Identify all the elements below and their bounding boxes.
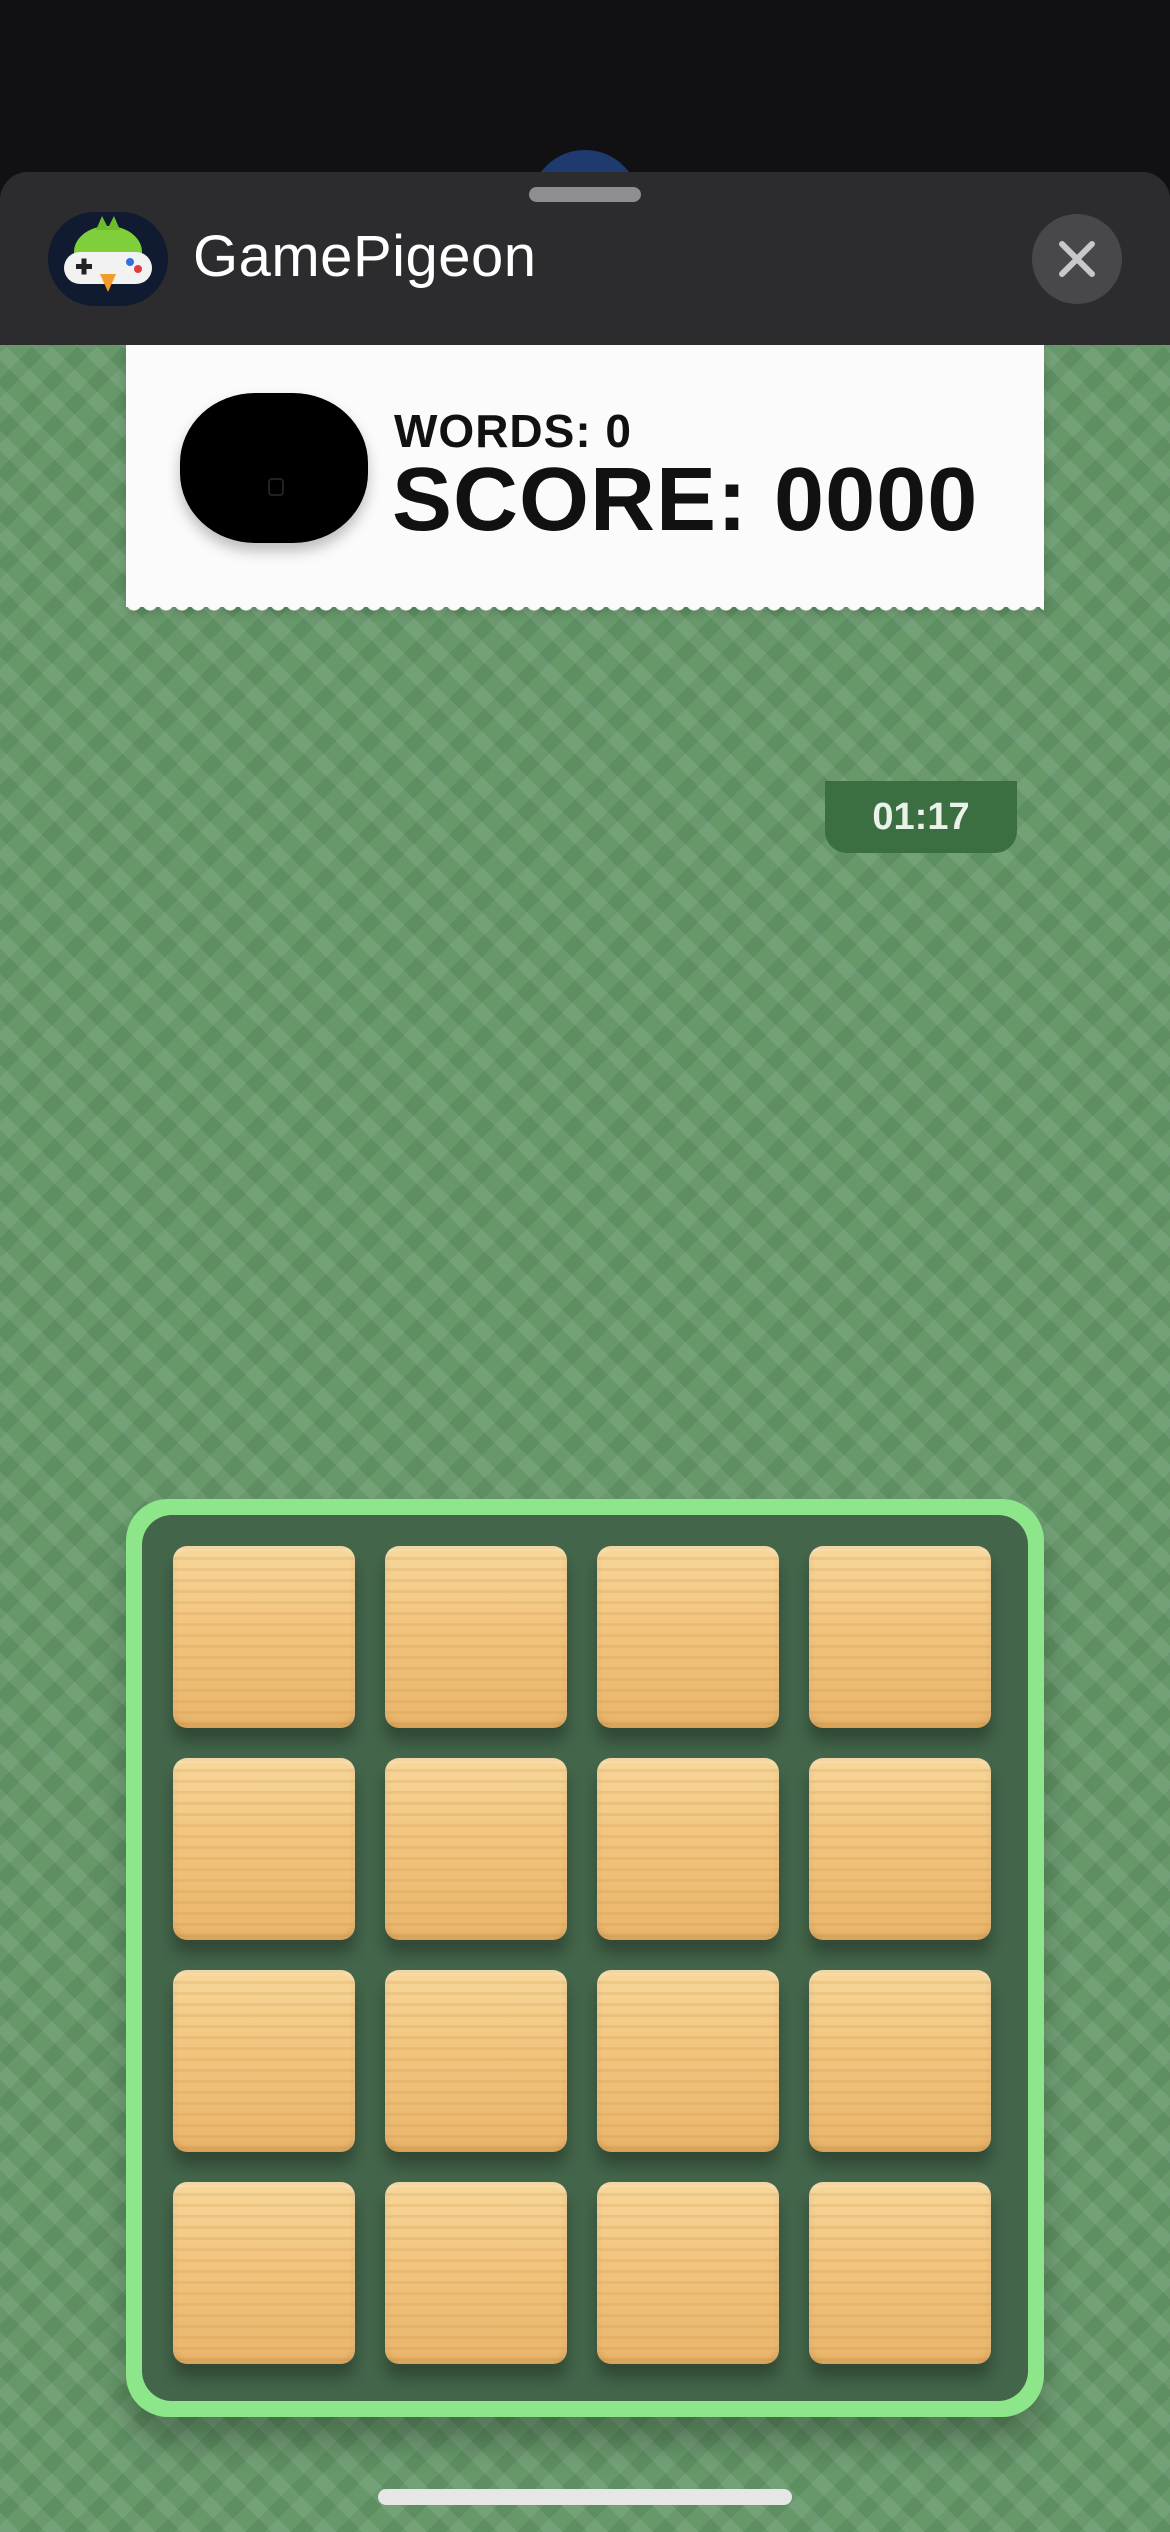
letter-tile[interactable] bbox=[385, 2182, 567, 2364]
letter-tile[interactable] bbox=[597, 1970, 779, 2152]
letter-tile[interactable] bbox=[809, 1758, 991, 1940]
letter-tile[interactable] bbox=[597, 1546, 779, 1728]
game-area: WORDS: 0 SCORE: 0000 01:17 bbox=[0, 345, 1170, 2532]
letter-tile[interactable] bbox=[173, 2182, 355, 2364]
app-title: GamePigeon bbox=[193, 224, 537, 289]
home-indicator[interactable] bbox=[378, 2489, 792, 2505]
letter-tile[interactable] bbox=[597, 2182, 779, 2364]
close-icon bbox=[1059, 241, 1095, 277]
letter-tile[interactable] bbox=[173, 1758, 355, 1940]
gamepigeon-app-icon bbox=[48, 212, 168, 306]
score-card: WORDS: 0 SCORE: 0000 bbox=[126, 345, 1044, 617]
sheet-header: GamePigeon bbox=[0, 172, 1170, 345]
player-avatar bbox=[180, 393, 368, 543]
letter-tile[interactable] bbox=[173, 1546, 355, 1728]
close-button[interactable] bbox=[1032, 214, 1122, 304]
score-value: SCORE: 0000 bbox=[392, 450, 979, 550]
letter-tile[interactable] bbox=[809, 1970, 991, 2152]
imessage-app-sheet: GamePigeon WORDS: 0 SCORE: 0000 01:17 bbox=[0, 172, 1170, 2532]
letter-tile[interactable] bbox=[809, 1546, 991, 1728]
sheet-grabber-handle[interactable] bbox=[529, 187, 641, 202]
avatar-detail bbox=[268, 478, 284, 496]
letter-tile[interactable] bbox=[597, 1758, 779, 1940]
letter-tile[interactable] bbox=[385, 1758, 567, 1940]
letter-tile[interactable] bbox=[385, 1970, 567, 2152]
countdown-timer: 01:17 bbox=[825, 781, 1017, 853]
letter-tile[interactable] bbox=[809, 2182, 991, 2364]
screen: GamePigeon WORDS: 0 SCORE: 0000 01:17 bbox=[0, 0, 1170, 2532]
letter-tile[interactable] bbox=[385, 1546, 567, 1728]
letter-board bbox=[126, 1499, 1044, 2417]
letter-board-inner bbox=[142, 1515, 1028, 2401]
torn-paper-edge bbox=[126, 603, 1044, 617]
letter-tile[interactable] bbox=[173, 1970, 355, 2152]
